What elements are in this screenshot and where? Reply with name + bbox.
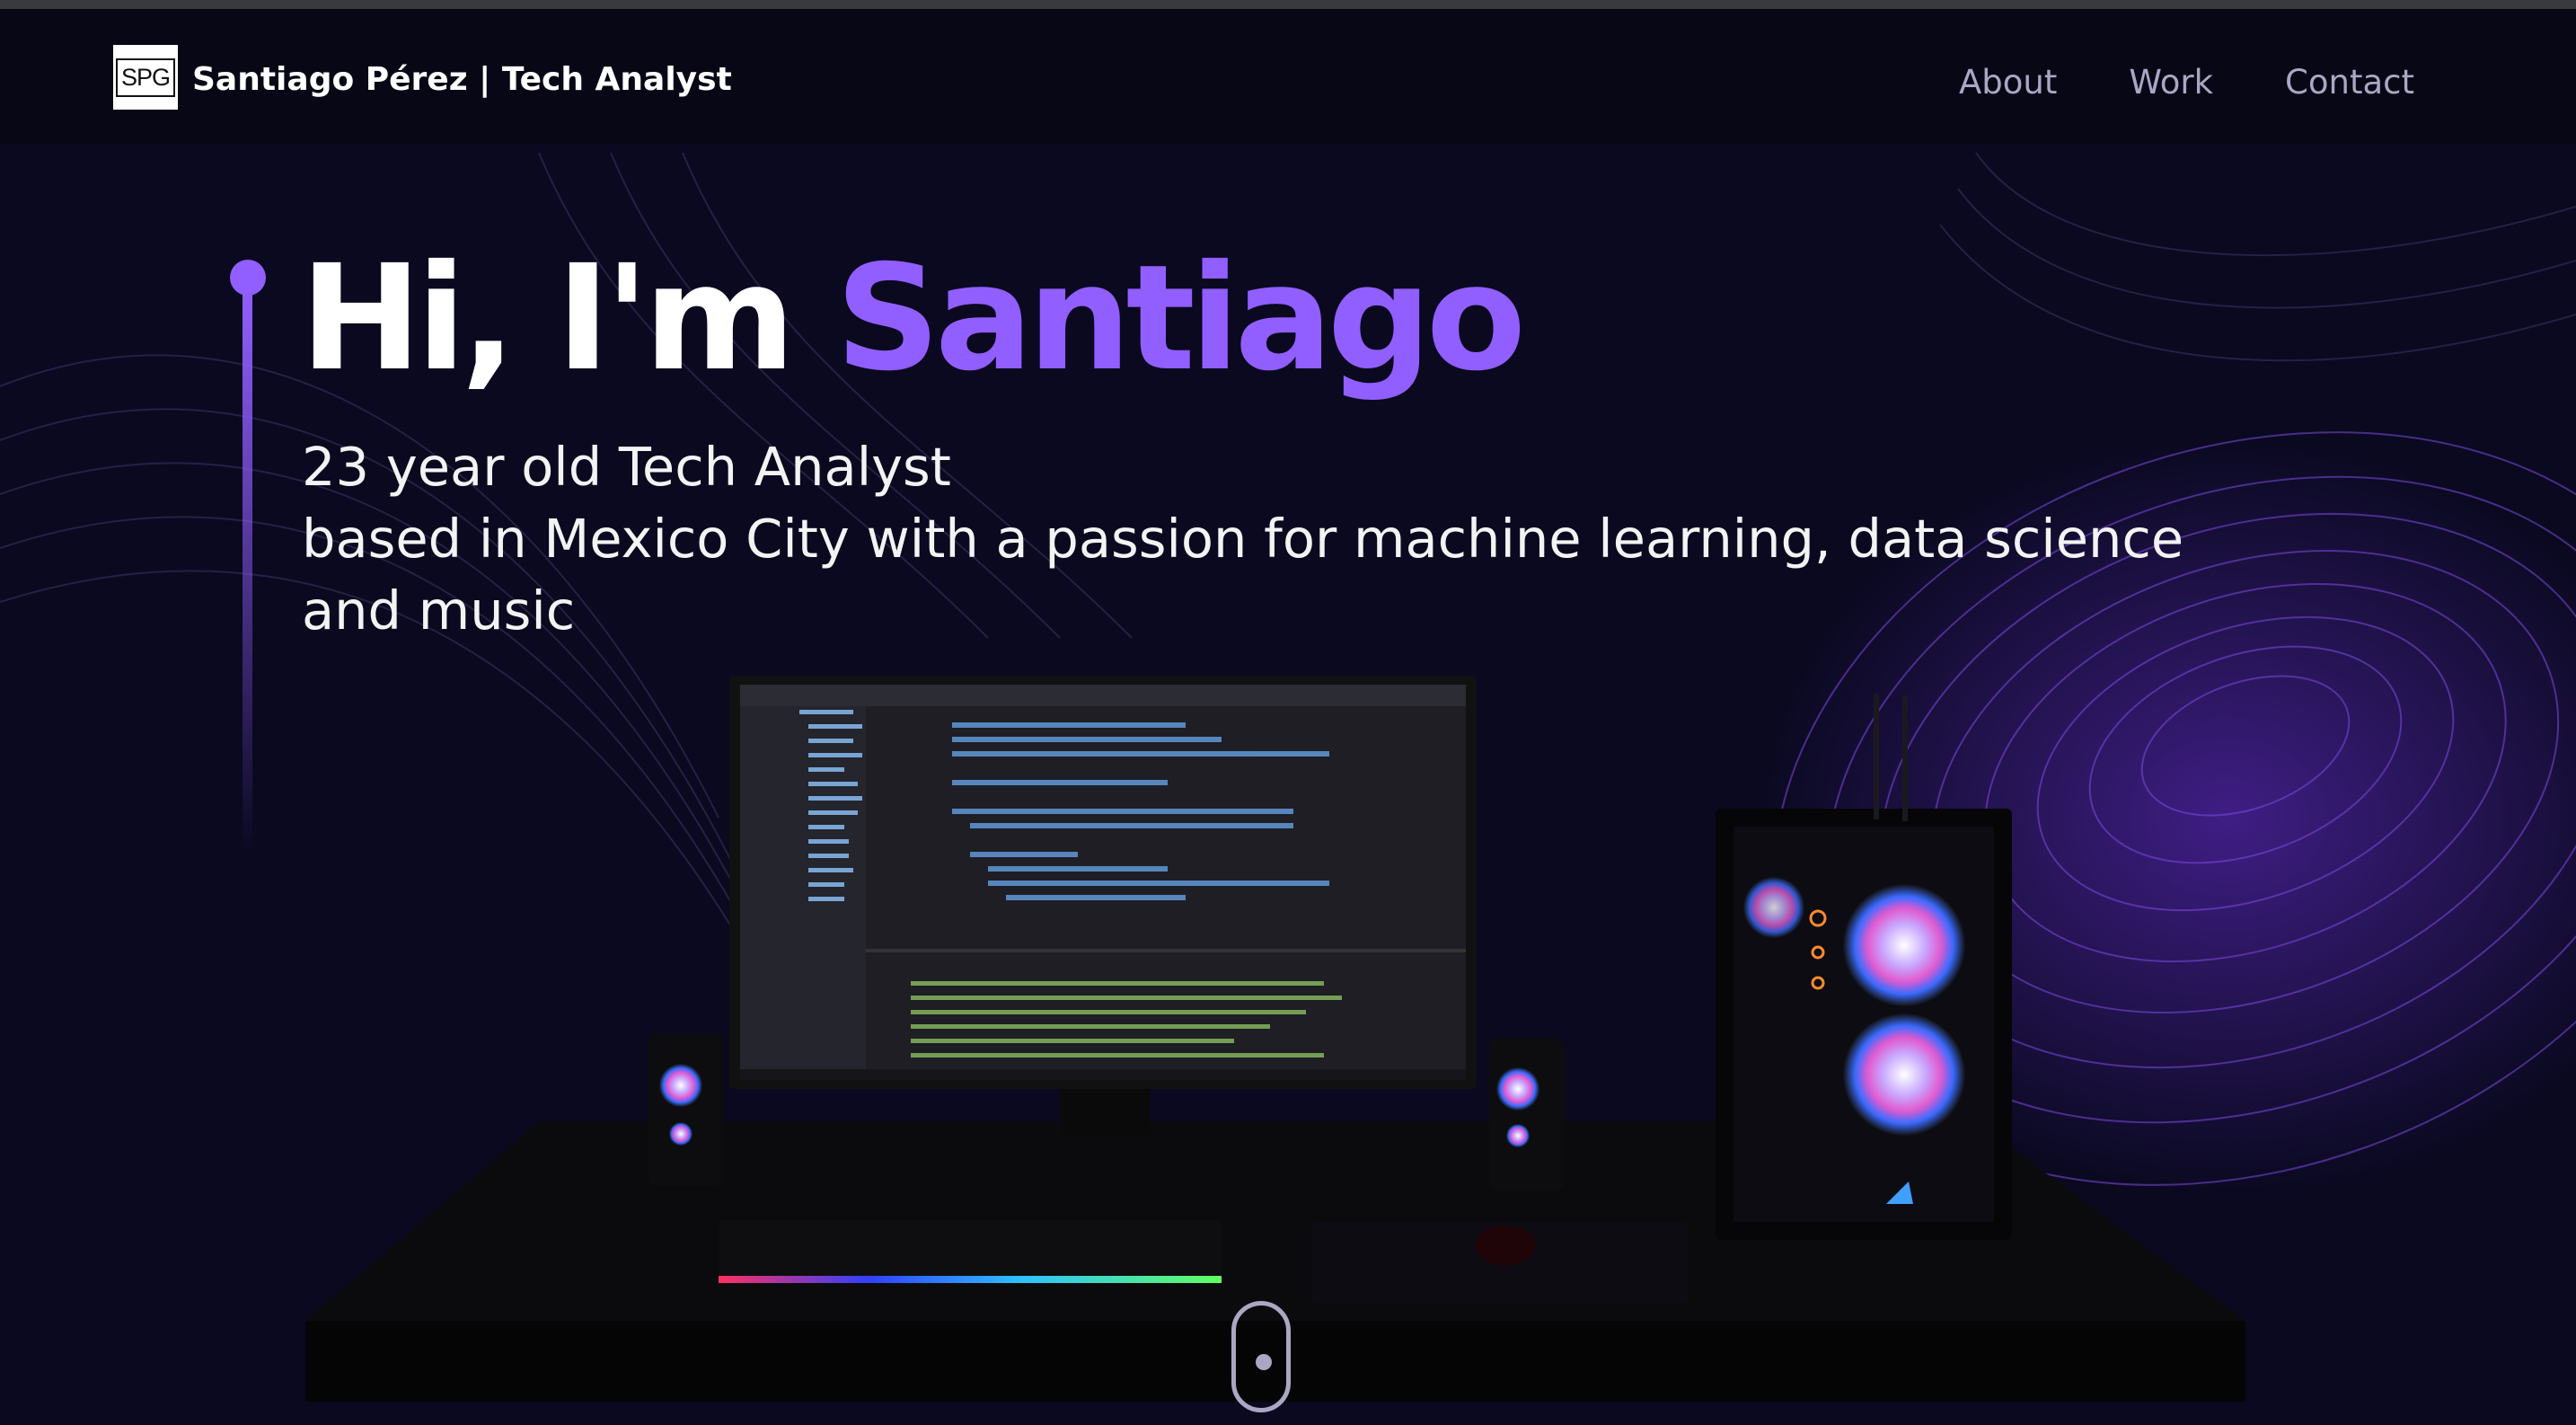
desk-setup-scene [305, 676, 2245, 1402]
hero-title: Hi, I'm Santiago [300, 243, 1526, 395]
accent-dot [230, 260, 266, 296]
nav-link-about[interactable]: About [1959, 63, 2057, 102]
brand-title[interactable]: Santiago Pérez | Tech Analyst [192, 61, 732, 98]
hero-subtitle-line1: 23 year old Tech Analyst [302, 436, 951, 498]
hero-subtitle-line2: based in Mexico City with a passion for … [302, 508, 2184, 642]
nav-links: About Work Contact [1959, 63, 2414, 102]
scroll-dot [1256, 1354, 1272, 1370]
nav-link-work[interactable]: Work [2129, 63, 2213, 102]
hero-subtitle: 23 year old Tech Analyst based in Mexico… [302, 431, 2278, 647]
hero-name: Santiago [835, 235, 1526, 403]
hero-greeting: Hi, I'm [300, 235, 796, 403]
nav-link-contact[interactable]: Contact [2285, 63, 2414, 102]
navbar: SPG Santiago Pérez | Tech Analyst About … [0, 9, 2576, 144]
mouse-scroll-icon[interactable] [1231, 1301, 1291, 1412]
browser-top-strip [0, 0, 2576, 9]
logo-text: SPG [115, 58, 176, 97]
logo[interactable]: SPG [113, 45, 178, 110]
